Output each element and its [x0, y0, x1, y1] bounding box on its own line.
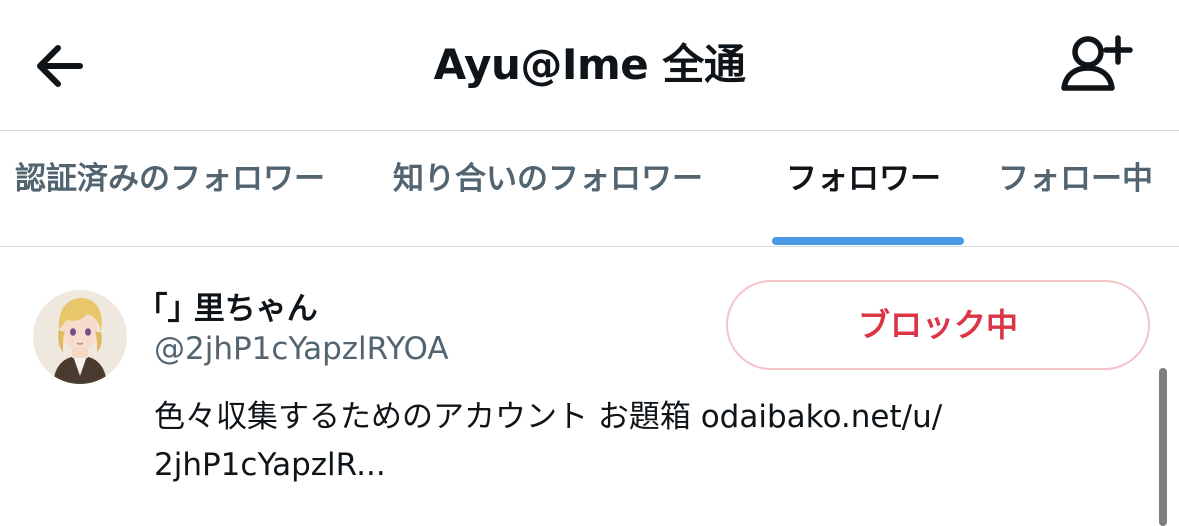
tabs-divider — [0, 246, 1179, 247]
follow-user-button[interactable] — [1058, 30, 1134, 98]
follower-tabs: 認証済みのフォロワー 知り合いのフォロワー フォロワー フォロー中 — [0, 131, 1179, 246]
user-bio: 色々収集するためのアカウント お題箱 odaibako.net/u/ 2jhP1… — [154, 393, 1054, 489]
active-tab-indicator — [772, 237, 964, 245]
tab-following[interactable]: フォロー中 — [998, 131, 1153, 227]
arrow-left-icon — [37, 45, 83, 87]
top-app-bar: Ayu@Ime 全通 — [0, 0, 1179, 130]
back-button[interactable] — [28, 34, 92, 98]
page-title: Ayu@Ime 全通 — [433, 40, 746, 89]
tab-followers[interactable]: フォロワー — [786, 131, 941, 227]
user-bio-line: 色々収集するためのアカウント お題箱 odaibako.net/u/ — [154, 399, 943, 435]
user-handle: @2jhP1cYapzlRYOA — [154, 331, 449, 367]
user-bio-line: 2jhP1cYapzlR... — [154, 447, 386, 483]
scrollbar[interactable] — [1159, 368, 1167, 526]
blocked-button[interactable]: ブロック中 — [726, 280, 1150, 370]
tab-verified-followers[interactable]: 認証済みのフォロワー — [15, 131, 325, 227]
avatar[interactable] — [33, 290, 127, 384]
tab-followers-you-know[interactable]: 知り合いのフォロワー — [393, 131, 703, 227]
person-add-icon — [1061, 35, 1133, 91]
user-display-name[interactable]: ｢｣ 里ちゃん — [152, 283, 318, 328]
